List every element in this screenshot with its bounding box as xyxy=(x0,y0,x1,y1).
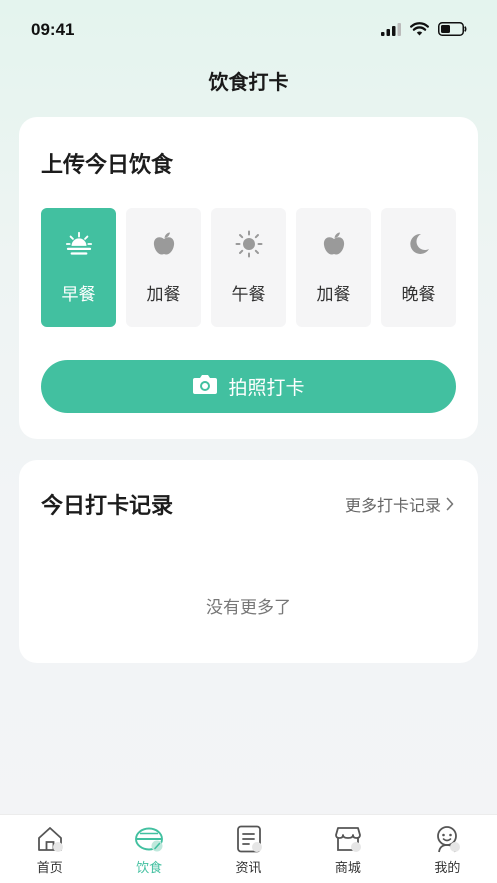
empty-state-text: 没有更多了 xyxy=(206,598,291,618)
status-time: 09:41 xyxy=(31,20,75,39)
sunrise-icon xyxy=(65,230,93,258)
diet-bowl-icon xyxy=(135,827,164,852)
photo-checkin-button[interactable]: 拍照打卡 xyxy=(41,360,456,413)
sun-icon xyxy=(235,230,263,258)
meal-option-breakfast[interactable]: 早餐 xyxy=(41,208,116,327)
bottom-tab-bar: 首页 饮食 资讯 商城 我的 xyxy=(0,814,497,883)
news-icon xyxy=(236,825,262,853)
meal-option-dinner[interactable]: 晚餐 xyxy=(381,208,456,327)
records-card-title: 今日打卡记录 xyxy=(41,494,174,519)
tab-home[interactable]: 首页 xyxy=(0,815,99,883)
page-title: 饮食打卡 xyxy=(208,70,289,94)
tab-profile[interactable]: 我的 xyxy=(398,815,497,883)
status-bar: 09:41 xyxy=(0,0,497,62)
moon-icon xyxy=(405,230,433,258)
meal-option-afternoon-snack[interactable]: 加餐 xyxy=(296,208,371,327)
tab-store[interactable]: 商城 xyxy=(298,815,397,883)
profile-icon xyxy=(437,826,461,853)
tab-news[interactable]: 资讯 xyxy=(199,815,298,883)
camera-icon xyxy=(192,373,218,400)
more-records-link[interactable]: 更多打卡记录 xyxy=(345,492,454,516)
apple-icon xyxy=(320,230,348,258)
home-icon xyxy=(37,827,63,852)
meal-label: 晚餐 xyxy=(401,285,436,305)
meal-label: 午餐 xyxy=(231,285,266,305)
status-icons xyxy=(381,22,467,36)
wifi-icon xyxy=(410,22,429,36)
tab-label: 资讯 xyxy=(235,861,262,876)
tab-label: 商城 xyxy=(334,861,361,876)
meal-label: 早餐 xyxy=(61,285,96,305)
meal-option-lunch[interactable]: 午餐 xyxy=(211,208,286,327)
cellular-signal-icon xyxy=(381,22,401,36)
store-icon xyxy=(335,827,361,852)
chevron-right-icon xyxy=(446,497,454,511)
tab-diet[interactable]: 饮食 xyxy=(99,815,198,883)
meal-selector: 早餐 加餐 午餐 加餐 晚餐 xyxy=(41,208,456,327)
upload-card-title: 上传今日饮食 xyxy=(41,153,174,178)
photo-checkin-label: 拍照打卡 xyxy=(228,377,305,399)
battery-icon xyxy=(438,22,467,36)
meal-label: 加餐 xyxy=(146,285,181,305)
upload-diet-card: 上传今日饮食 早餐 加餐 午餐 加餐 晚餐 拍照打卡 xyxy=(19,117,478,439)
tab-label: 我的 xyxy=(434,861,461,876)
today-records-card: 今日打卡记录 更多打卡记录 没有更多了 xyxy=(19,460,478,663)
tab-label: 首页 xyxy=(36,861,63,876)
tab-label: 饮食 xyxy=(136,861,163,876)
more-records-label: 更多打卡记录 xyxy=(344,496,441,515)
meal-option-morning-snack[interactable]: 加餐 xyxy=(126,208,201,327)
meal-label: 加餐 xyxy=(316,285,351,305)
apple-icon xyxy=(150,230,178,258)
